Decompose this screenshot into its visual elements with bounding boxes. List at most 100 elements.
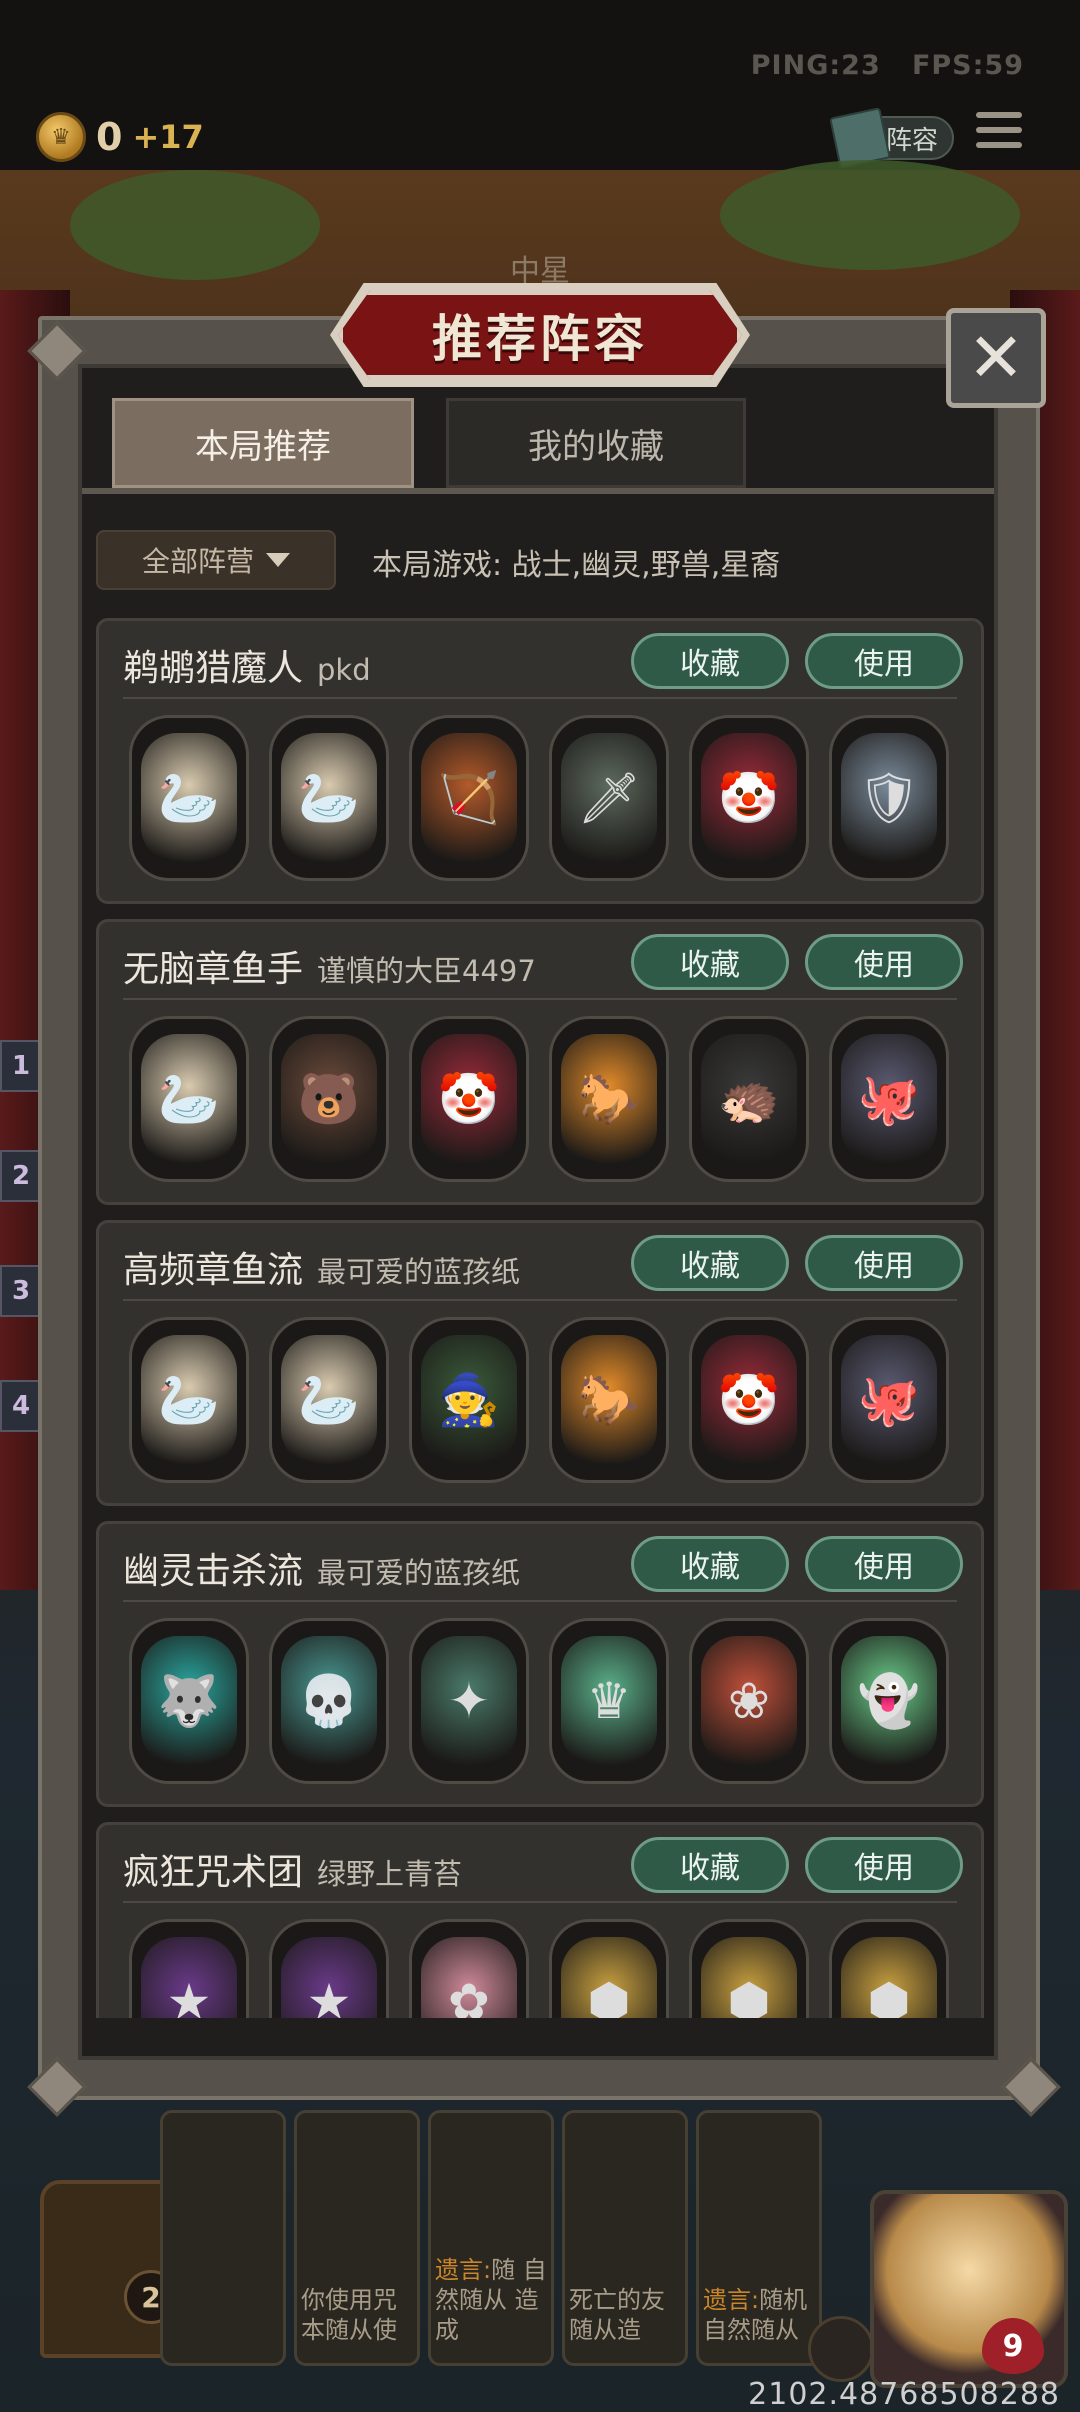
lineup-card: 无脑章鱼手 谨慎的大臣4497 收藏 使用 🦢 🐻 🤡 🐎 🦔 🐙 <box>96 919 984 1205</box>
hero-slot[interactable]: 🦢 <box>269 715 389 881</box>
hero-slot[interactable]: 🤡 <box>689 1317 809 1483</box>
lineup-author: 绿野上青苔 <box>317 1857 463 1891</box>
hand-card[interactable]: 遗言:随机 自然随从 <box>696 2110 822 2366</box>
favorite-button-label: 收藏 <box>680 1249 740 1284</box>
lineup-author: 谨慎的大臣4497 <box>317 954 536 988</box>
hand-card[interactable] <box>160 2110 286 2366</box>
hero-slot[interactable]: ❀ <box>689 1618 809 1784</box>
gold-amount: 0 <box>96 115 123 159</box>
pelican-icon: 🦢 <box>281 733 377 863</box>
archer-icon: 🏹 <box>421 733 517 863</box>
hero-slot[interactable]: 🤡 <box>689 715 809 881</box>
card-divider <box>123 1901 957 1903</box>
hand-card-keyword: 遗言: <box>703 2286 760 2314</box>
hand-card-text: 死亡的友 随从造 <box>569 2286 665 2344</box>
favorite-button-label: 收藏 <box>680 1550 740 1585</box>
hero-slot[interactable]: 🏹 <box>409 715 529 881</box>
hero-slot[interactable]: 🐻 <box>269 1016 389 1182</box>
lineup-title: 幽灵击杀流 最可爱的蓝孩纸 <box>123 1542 520 1594</box>
faction-filter-label: 全部阵营 <box>141 545 254 578</box>
fire-horse-icon: 🐎 <box>561 1034 657 1164</box>
hero-slot[interactable]: 🐎 <box>549 1317 669 1483</box>
hero-slots: ★ ★ ✿ ⬢ ⬢ ⬢ <box>129 1919 949 2018</box>
shield-icon[interactable] <box>808 2316 874 2382</box>
hero-slot[interactable]: 🦔 <box>689 1016 809 1182</box>
hero-slot[interactable]: 🦢 <box>269 1317 389 1483</box>
favorite-button[interactable]: 收藏 <box>631 1536 789 1592</box>
hand-card[interactable]: 你使用咒 本随从使 <box>294 2110 420 2366</box>
use-button[interactable]: 使用 <box>805 1536 963 1592</box>
flower-girl-icon: ✿ <box>421 1937 517 2018</box>
witch-icon: 🧙 <box>421 1335 517 1465</box>
hand-card-text: 遗言:随 自然随从 造成 <box>435 2255 547 2345</box>
use-button[interactable]: 使用 <box>805 1837 963 1893</box>
hero-slot[interactable]: 🦢 <box>129 715 249 881</box>
use-button-label: 使用 <box>854 1851 914 1886</box>
lineup-title: 疯狂咒术团 绿野上青苔 <box>123 1843 462 1895</box>
hero-slot[interactable]: 👻 <box>829 1618 949 1784</box>
hero-slot[interactable]: 🛡 <box>829 715 949 881</box>
hero-slot[interactable]: 🦢 <box>129 1016 249 1182</box>
use-button-label: 使用 <box>854 1550 914 1585</box>
hero-slot[interactable]: 🗡 <box>549 715 669 881</box>
fire-horse-icon: 🐎 <box>561 1335 657 1465</box>
hero-slot[interactable]: 🐺 <box>129 1618 249 1784</box>
golem-icon: ⬢ <box>701 1937 797 2018</box>
lineup-card: 疯狂咒术团 绿野上青苔 收藏 使用 ★ ★ ✿ ⬢ ⬢ ⬢ <box>96 1822 984 2018</box>
hero-slot[interactable]: ✦ <box>409 1618 529 1784</box>
hero-slot[interactable]: ⬢ <box>549 1919 669 2018</box>
golem-icon: ⬢ <box>841 1937 937 2018</box>
use-button[interactable]: 使用 <box>805 633 963 689</box>
pelican-icon: 🦢 <box>141 733 237 863</box>
wizard-icon: ★ <box>141 1937 237 2018</box>
hero-slot[interactable]: 🐙 <box>829 1317 949 1483</box>
tab-label: 我的收藏 <box>528 426 664 467</box>
faction-filter-dropdown[interactable]: 全部阵营 <box>96 530 336 590</box>
lineup-card: 幽灵击杀流 最可爱的蓝孩纸 收藏 使用 🐺 💀 ✦ ♛ ❀ 👻 <box>96 1521 984 1807</box>
hand-card[interactable]: 遗言:随 自然随从 造成 <box>428 2110 554 2366</box>
ghost-skull-icon: 💀 <box>281 1636 377 1766</box>
tab-recommended[interactable]: 本局推荐 <box>112 398 414 488</box>
side-slot-number: 4 <box>0 1380 42 1432</box>
jester-icon: 🤡 <box>701 733 797 863</box>
lineup-button[interactable]: 阵容 <box>829 107 954 169</box>
hero-slot[interactable]: 🦢 <box>129 1317 249 1483</box>
close-button[interactable]: ✕ <box>946 308 1046 408</box>
hero-slot[interactable]: 🐙 <box>829 1016 949 1182</box>
use-button[interactable]: 使用 <box>805 934 963 990</box>
side-slot-number: 3 <box>0 1265 42 1317</box>
tab-my-favorites[interactable]: 我的收藏 <box>446 398 746 488</box>
favorite-button[interactable]: 收藏 <box>631 633 789 689</box>
card-divider <box>123 998 957 1000</box>
side-slot-number: 1 <box>0 1040 42 1092</box>
hero-slot[interactable]: 🧙 <box>409 1317 529 1483</box>
hunter-icon: 🗡 <box>561 733 657 863</box>
menu-icon[interactable] <box>976 112 1022 158</box>
hero-slot[interactable]: ✿ <box>409 1919 529 2018</box>
chevron-down-icon <box>266 553 290 567</box>
top-hud: PING:23 FPS:59 ♛ 0 +17 阵容 <box>0 0 1080 170</box>
lineup-list[interactable]: 鹈鹕猎魔人 pkd 收藏 使用 🦢 🦢 🏹 🗡 🤡 🛡 无脑章鱼手 谨慎的大臣4497 收藏 使用 🦢 🐻 🤡 🐎… <box>90 618 990 2018</box>
hero-slot[interactable]: 🤡 <box>409 1016 529 1182</box>
pelican-icon: 🦢 <box>141 1335 237 1465</box>
hero-slot[interactable]: ★ <box>269 1919 389 2018</box>
ping-readout: PING:23 <box>750 50 881 81</box>
favorite-button[interactable]: 收藏 <box>631 1837 789 1893</box>
hero-slot[interactable]: 🐎 <box>549 1016 669 1182</box>
use-button[interactable]: 使用 <box>805 1235 963 1291</box>
favorite-button[interactable]: 收藏 <box>631 1235 789 1291</box>
hero-slot[interactable]: 💀 <box>269 1618 389 1784</box>
use-button-label: 使用 <box>854 647 914 682</box>
tab-divider <box>82 488 994 494</box>
hero-slot[interactable]: ♛ <box>549 1618 669 1784</box>
hero-slots: 🦢 🐻 🤡 🐎 🦔 🐙 <box>129 1016 949 1182</box>
hero-slot[interactable]: ★ <box>129 1919 249 2018</box>
favorite-button[interactable]: 收藏 <box>631 934 789 990</box>
network-stats: PING:23 FPS:59 <box>751 50 1024 81</box>
jester-icon: 🤡 <box>701 1335 797 1465</box>
octopus-icon: 🐙 <box>841 1335 937 1465</box>
hand-card[interactable]: 死亡的友 随从造 <box>562 2110 688 2366</box>
lineup-title: 无脑章鱼手 谨慎的大臣4497 <box>123 940 536 992</box>
hero-slot[interactable]: ⬢ <box>689 1919 809 2018</box>
hero-slot[interactable]: ⬢ <box>829 1919 949 2018</box>
